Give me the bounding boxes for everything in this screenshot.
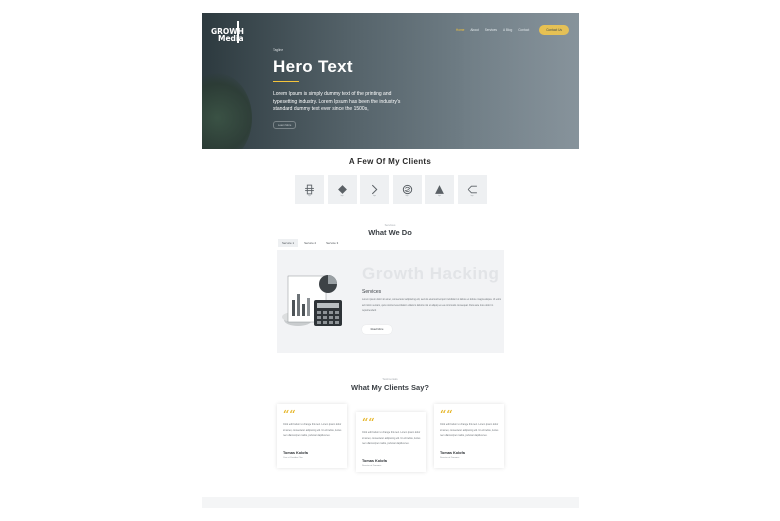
logo-caption: logo xyxy=(307,196,311,197)
tab-service-3[interactable]: Service 3 xyxy=(322,239,342,247)
testimonial-role: Director at Dunamis xyxy=(440,456,460,459)
brand-logo[interactable]: GROWH Media xyxy=(211,19,244,43)
nav-item-about[interactable]: About xyxy=(470,28,478,32)
services-tabs: Service 1 Service 2 Service 3 xyxy=(278,239,342,247)
landing-page: GROWH Media Home About Services A Blog C… xyxy=(0,0,780,521)
testimonial-name: Tomas Kolofa xyxy=(283,451,308,455)
quote-icon: ““ xyxy=(283,408,296,421)
hero-description: Lorem Ipsum is simply dummy text of the … xyxy=(273,91,401,113)
client-logo-card: logo xyxy=(392,175,422,204)
logo-caption: logo xyxy=(470,196,474,197)
nav-item-home[interactable]: Home xyxy=(456,28,465,32)
diamond-logo-icon xyxy=(337,185,347,194)
nav-item-services[interactable]: Services xyxy=(485,28,497,32)
testimonial-card: ““ Click edit button to change this text… xyxy=(434,404,504,468)
quote-icon: ““ xyxy=(362,416,375,429)
footer-strip xyxy=(202,497,579,508)
services-heading: What We Do xyxy=(368,228,412,237)
nav-item-blog[interactable]: A Blog xyxy=(503,28,512,32)
chevron-logo-icon xyxy=(371,184,378,195)
hero-title: Hero Text xyxy=(273,57,353,76)
grid-logo-icon xyxy=(305,184,314,195)
hero-section: GROWH Media Home About Services A Blog C… xyxy=(202,13,579,149)
logo-bar xyxy=(237,21,239,43)
s-ring-logo-icon xyxy=(402,184,412,195)
contact-us-button[interactable]: Contact Us xyxy=(539,25,569,35)
client-logo-card: logo xyxy=(295,175,324,204)
bracket-logo-icon xyxy=(467,185,477,194)
testimonial-card: ““ Click edit button to change this text… xyxy=(277,404,347,468)
testimonials-heading: What My Clients Say? xyxy=(351,383,429,392)
logo-caption: logo xyxy=(437,196,441,197)
client-logo-card: logo xyxy=(360,175,389,204)
testimonial-text: Click edit button to change this text. L… xyxy=(362,431,421,446)
service-subheading: Services xyxy=(362,289,382,295)
service-description: Lorem ipsum dolor sit amet, consectetur … xyxy=(362,298,502,313)
logo-caption: logo xyxy=(372,196,376,197)
logo-caption: logo xyxy=(340,196,344,197)
services-kicker: Services xyxy=(384,223,396,227)
client-logo-card: logo xyxy=(457,175,487,204)
service-panel: Growth Hacking Services Lorem ipsum dolo… xyxy=(277,250,504,353)
triangle-logo-icon xyxy=(435,185,444,194)
client-logo-card: logo xyxy=(327,175,357,204)
learn-more-button[interactable]: Learn More xyxy=(273,121,297,129)
testimonial-text: Click edit button to change this text. L… xyxy=(283,423,342,438)
hero-tagline: Tagline xyxy=(273,48,284,52)
testimonial-name: Tomas Kolofa xyxy=(440,451,465,455)
testimonial-role: Director at Dunamis xyxy=(362,464,382,467)
testimonial-text: Click edit button to change this text. L… xyxy=(440,423,499,438)
tab-service-2[interactable]: Service 2 xyxy=(300,239,320,247)
nav-item-contact[interactable]: Contact xyxy=(518,28,529,32)
calculator-chart-illustration xyxy=(282,275,342,326)
read-more-button[interactable]: Read More xyxy=(362,325,392,334)
clients-heading: A Few Of My Clients xyxy=(348,157,432,166)
testimonial-name: Tomas Kolofa xyxy=(362,459,387,463)
testimonial-role: Ceo at Youtube Cba xyxy=(283,456,303,459)
main-nav: Home About Services A Blog Contact Conta… xyxy=(456,25,569,35)
logo-caption: logo xyxy=(405,196,409,197)
client-logo-card: logo xyxy=(425,175,454,204)
testimonials-kicker: Testimonials xyxy=(382,377,398,381)
service-heading: Growth Hacking xyxy=(362,264,500,283)
testimonial-card: ““ Click edit button to change this text… xyxy=(356,412,426,472)
logo-text-line2: Media xyxy=(218,34,244,43)
quote-icon: ““ xyxy=(440,408,453,421)
hero-divider xyxy=(273,81,299,83)
client-logo-row: logo logo logo logo logo logo xyxy=(295,175,487,204)
tab-service-1[interactable]: Service 1 xyxy=(278,239,299,247)
